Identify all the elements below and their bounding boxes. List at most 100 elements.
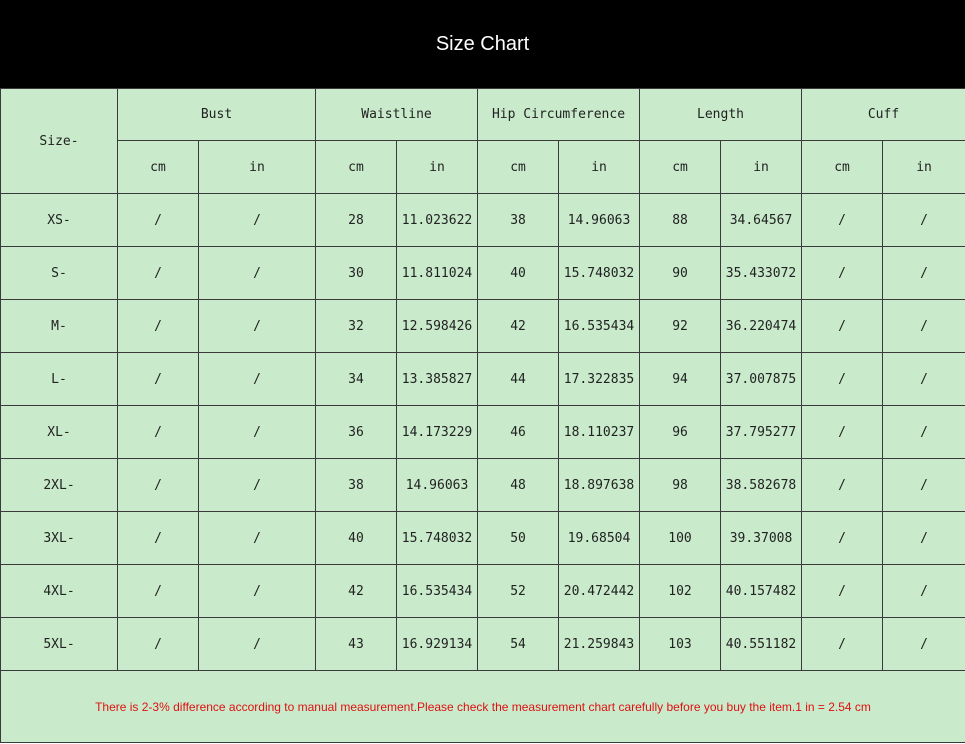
measurement-cell: 103 <box>639 617 722 671</box>
measurement-cell: 34 <box>315 352 397 406</box>
group-header-bust: Bust <box>117 88 316 141</box>
size-label-cell: XL- <box>0 405 118 459</box>
measurement-cell: 32 <box>315 299 397 353</box>
measurement-cell: 15.748032 <box>395 511 479 565</box>
measurement-cell: 16.535434 <box>558 299 641 353</box>
measurement-cell: / <box>117 352 199 406</box>
table-row: 4XL- //42 16.535434 52 20.472442 102 40.157482… <box>0 564 965 618</box>
unit-header-row: cm in cm in cm in cm in cm in <box>1 140 965 194</box>
measurement-cell: 100 <box>639 511 722 565</box>
measurement-cell: / <box>801 193 884 247</box>
measurement-cell: 12.598426 <box>395 299 479 353</box>
measurement-cell: 46 <box>477 405 560 459</box>
measurement-cell: 90 <box>639 246 722 300</box>
measurement-cell: 13.385827 <box>395 352 479 406</box>
measurement-cell: / <box>801 564 884 618</box>
size-table: Size- Bust Waistline Hip Circumference L… <box>0 88 965 743</box>
measurement-cell: / <box>882 617 965 671</box>
measurement-cell: 42 <box>315 564 397 618</box>
measurement-cell: 38 <box>477 193 560 247</box>
size-label-cell: M- <box>0 299 118 353</box>
unit-header: cm <box>315 140 397 194</box>
measurement-cell: 28 <box>315 193 397 247</box>
unit-header: in <box>198 140 316 194</box>
table-row: XS- //28 11.023622 38 14.96063 88 34.64567// <box>0 193 965 247</box>
unit-header: in <box>558 140 641 194</box>
measurement-cell: / <box>198 564 316 618</box>
measurement-cell: 37.795277 <box>720 405 803 459</box>
measurement-cell: / <box>198 193 316 247</box>
size-label-cell: 5XL- <box>0 617 118 671</box>
measurement-cell: / <box>801 405 884 459</box>
measurement-cell: / <box>882 564 965 618</box>
table-row: S- //30 11.811024 40 15.748032 90 35.433072// <box>0 246 965 300</box>
measurement-cell: 18.897638 <box>558 458 641 512</box>
measurement-cell: 92 <box>639 299 722 353</box>
measurement-cell: / <box>882 352 965 406</box>
measurement-cell: 16.929134 <box>395 617 479 671</box>
measurement-cell: 37.007875 <box>720 352 803 406</box>
size-label-cell: 3XL- <box>0 511 118 565</box>
measurement-cell: / <box>882 299 965 353</box>
measurement-cell: / <box>117 193 199 247</box>
measurement-cell: 20.472442 <box>558 564 641 618</box>
size-label-cell: L- <box>0 352 118 406</box>
unit-header: in <box>395 140 479 194</box>
measurement-cell: 30 <box>315 246 397 300</box>
measurement-cell: / <box>882 193 965 247</box>
measurement-cell: / <box>198 352 316 406</box>
measurement-cell: / <box>198 458 316 512</box>
measurement-cell: 36 <box>315 405 397 459</box>
unit-header: cm <box>477 140 560 194</box>
measurement-cell: / <box>198 511 316 565</box>
unit-header: cm <box>639 140 722 194</box>
measurement-cell: 50 <box>477 511 560 565</box>
measurement-cell: 14.173229 <box>395 405 479 459</box>
measurement-cell: 98 <box>639 458 722 512</box>
measurement-cell: / <box>117 617 199 671</box>
table-row: M- //32 12.598426 42 16.535434 92 36.220474// <box>0 299 965 353</box>
measurement-cell: / <box>198 299 316 353</box>
group-header-row: Size- Bust Waistline Hip Circumference L… <box>0 88 965 194</box>
measurement-cell: 15.748032 <box>558 246 641 300</box>
measurement-cell: 35.433072 <box>720 246 803 300</box>
table-row: XL- //36 14.173229 46 18.110237 96 37.795277// <box>0 405 965 459</box>
measurement-cell: 102 <box>639 564 722 618</box>
measurement-cell: 11.811024 <box>395 246 479 300</box>
measurement-cell: / <box>198 617 316 671</box>
size-label-cell: S- <box>0 246 118 300</box>
measurement-cell: / <box>801 617 884 671</box>
chart-title: Size Chart <box>435 32 530 55</box>
measurement-cell: / <box>801 352 884 406</box>
measurement-cell: 52 <box>477 564 560 618</box>
measurement-cell: 40.157482 <box>720 564 803 618</box>
measurement-cell: 43 <box>315 617 397 671</box>
unit-header: in <box>882 140 965 194</box>
group-header-hip: Hip Circumference <box>477 88 641 141</box>
measurement-cell: / <box>801 299 884 353</box>
measurement-cell: / <box>117 405 199 459</box>
measurement-cell: / <box>882 458 965 512</box>
measurement-cell: / <box>117 458 199 512</box>
measurement-cell: / <box>882 246 965 300</box>
table-row: 3XL- //40 15.748032 50 19.68504 100 39.37008// <box>0 511 965 565</box>
size-label-cell: 4XL- <box>0 564 118 618</box>
measurement-cell: / <box>198 405 316 459</box>
unit-header: cm <box>801 140 884 194</box>
measurement-cell: 36.220474 <box>720 299 803 353</box>
measurement-cell: / <box>117 246 199 300</box>
measurement-cell: 42 <box>477 299 560 353</box>
measurement-cell: 14.96063 <box>395 458 479 512</box>
measurement-cell: 34.64567 <box>720 193 803 247</box>
group-header-waistline: Waistline <box>314 88 479 141</box>
measurement-cell: 38 <box>315 458 397 512</box>
measurement-cell: / <box>117 299 199 353</box>
measurement-cell: 94 <box>639 352 722 406</box>
measurement-cell: 18.110237 <box>558 405 641 459</box>
measurement-note: There is 2-3% difference according to ma… <box>0 670 965 743</box>
size-chart: Size Chart Size- Bust Waistline Hip Circ… <box>0 0 965 744</box>
measurement-cell: 40.551182 <box>720 617 803 671</box>
unit-header: in <box>720 140 803 194</box>
measurement-cell: 48 <box>477 458 560 512</box>
measurement-cell: 17.322835 <box>558 352 641 406</box>
